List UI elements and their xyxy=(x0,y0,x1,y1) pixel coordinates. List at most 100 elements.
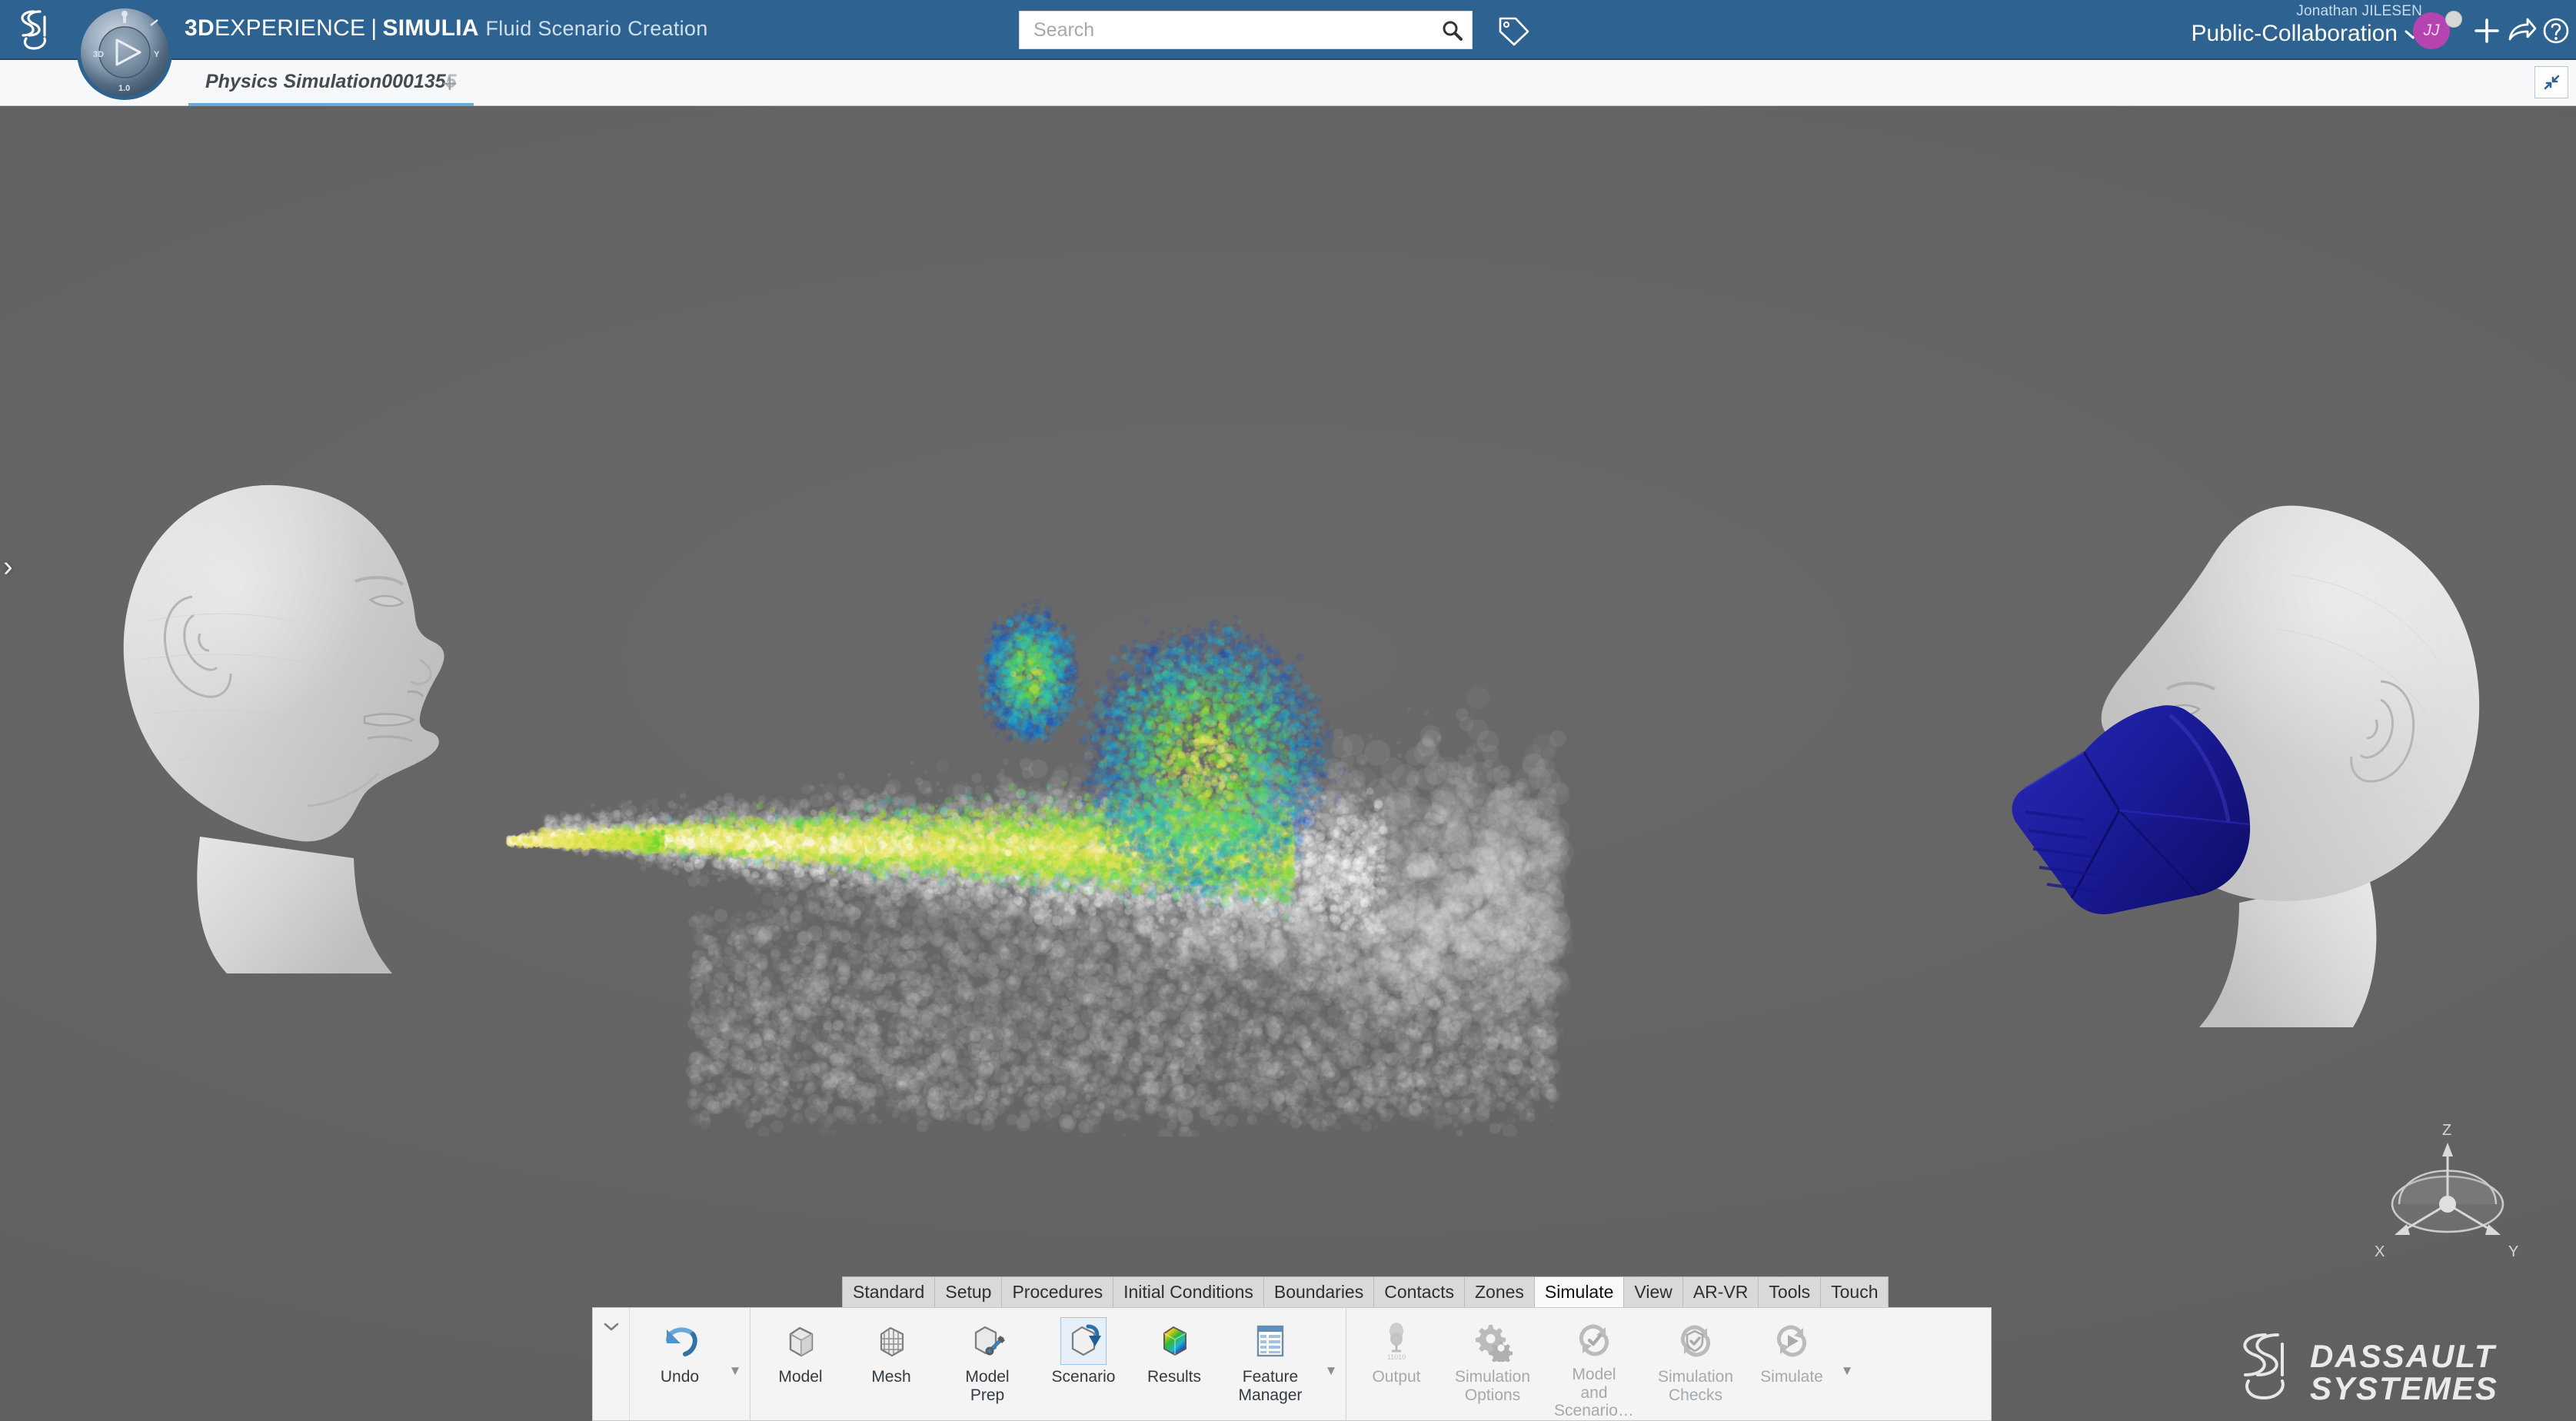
ribbon-tab-initial-conditions[interactable]: Initial Conditions xyxy=(1113,1277,1264,1307)
avatar-status-badge xyxy=(2445,11,2462,28)
svg-text:Y: Y xyxy=(154,50,160,59)
refresh-verify-icon xyxy=(1675,1317,1716,1365)
command-label: FeatureManager xyxy=(1239,1368,1303,1404)
command-undo[interactable]: Undo xyxy=(634,1308,725,1420)
document-tab-label: Physics Simulation000135 xyxy=(205,71,446,93)
3d-viewport[interactable]: › xyxy=(0,106,2576,1421)
command-model[interactable]: Model xyxy=(755,1308,846,1420)
add-tab-button[interactable]: + xyxy=(442,69,458,99)
command-simulate: Simulate xyxy=(1746,1308,1837,1420)
command-label: Modeland Scenario… xyxy=(1546,1366,1642,1420)
ribbon-body: Undo▼ModelMeshModelPrepScenarioResultsFe… xyxy=(592,1307,1992,1421)
command-label: SimulationChecks xyxy=(1658,1368,1733,1404)
undo-group: Undo▼ xyxy=(630,1308,751,1420)
document-tab[interactable]: Physics Simulation0001355 xyxy=(188,60,474,106)
gears-icon xyxy=(1472,1317,1513,1365)
command-label: SimulationOptions xyxy=(1455,1368,1530,1404)
help-button[interactable] xyxy=(2538,12,2574,49)
ribbon-tab-standard[interactable]: Standard xyxy=(843,1277,935,1307)
target-head[interactable] xyxy=(1969,475,2507,1029)
brand-3d: 3D xyxy=(185,15,215,41)
mesh-block-icon xyxy=(870,1317,912,1365)
action-bar: StandardSetup Procedures Initial Condition… xyxy=(592,1276,1992,1421)
ribbon-tab-label: Initial Conditions xyxy=(1123,1282,1253,1303)
dassault-systemes-watermark: DASSAULT SYSTEMES xyxy=(2221,1323,2544,1407)
tag-icon[interactable] xyxy=(1496,14,1531,48)
brand-experience: EXPERIENCE xyxy=(215,15,365,41)
collaboration-space-label: Public-Collaboration xyxy=(2192,21,2398,47)
command-model-prep[interactable]: ModelPrep xyxy=(937,1308,1038,1420)
avatar-container[interactable]: JJ xyxy=(2413,11,2462,51)
ds-logo[interactable] xyxy=(11,5,71,55)
brand-divider: | xyxy=(371,15,377,41)
rainbow-block-icon xyxy=(1153,1317,1195,1365)
axis-triad[interactable]: Z X Y xyxy=(2367,1113,2528,1267)
3dexperience-compass[interactable]: 3D Y 1.0 xyxy=(74,2,175,103)
block-arrow-icon xyxy=(1060,1317,1107,1365)
caret-down-icon: ▼ xyxy=(1841,1363,1854,1379)
command-label: Output xyxy=(1372,1368,1420,1386)
ribbon-tab-zones[interactable]: Zones xyxy=(1465,1277,1535,1307)
ribbon-tab-label: Procedures xyxy=(1012,1282,1103,1303)
chevron-down-icon xyxy=(602,1320,621,1333)
command-scenario[interactable]: Scenario xyxy=(1038,1308,1129,1420)
model-group: Model Mesh ModelPrep Scenario Results Feature… xyxy=(751,1308,1346,1420)
command-mesh[interactable]: Mesh xyxy=(846,1308,937,1420)
command-simulation-checks: SimulationChecks xyxy=(1645,1308,1746,1420)
ribbon-tab-touch[interactable]: Touch xyxy=(1821,1277,1888,1307)
ribbon-tab-boundaries[interactable]: Boundaries xyxy=(1264,1277,1374,1307)
ribbon-collapse-button[interactable] xyxy=(593,1308,630,1420)
group-dropdown-caret[interactable]: ▼ xyxy=(1837,1308,1857,1420)
command-model-and-scenario: Modeland Scenario… xyxy=(1543,1308,1645,1420)
block-tools-icon xyxy=(967,1317,1008,1365)
watermark-line-2: SYSTEMES xyxy=(2310,1370,2498,1406)
collaboration-space-selector[interactable]: Public-Collaboration xyxy=(2192,21,2422,47)
ribbon-tab-setup[interactable]: Setup xyxy=(935,1277,1002,1307)
left-panel-expander[interactable]: › xyxy=(3,552,13,581)
ribbon-groups: Undo▼ModelMeshModelPrepScenarioResultsFe… xyxy=(630,1308,1862,1420)
search-icon[interactable] xyxy=(1432,18,1472,42)
output-probe-icon: 11010 xyxy=(1376,1317,1417,1365)
command-label: Results xyxy=(1147,1368,1201,1386)
ribbon-tab-procedures[interactable]: Procedures xyxy=(1002,1277,1113,1307)
command-results[interactable]: Results xyxy=(1129,1308,1220,1420)
app-name: Fluid Scenario Creation xyxy=(486,17,708,40)
ribbon-tab-tools[interactable]: Tools xyxy=(1759,1277,1821,1307)
search-input[interactable] xyxy=(1020,12,1432,48)
collapse-diagonal-icon[interactable] xyxy=(2534,66,2568,98)
face-mask xyxy=(2012,705,2251,914)
axis-label-z: Z xyxy=(2442,1122,2451,1139)
command-label: Model xyxy=(778,1368,822,1386)
command-output: 11010 Output xyxy=(1351,1308,1442,1420)
ribbon-tab-label: Simulate xyxy=(1545,1282,1613,1303)
group-dropdown-caret[interactable]: ▼ xyxy=(725,1308,745,1420)
command-simulation-options: SimulationOptions xyxy=(1442,1308,1543,1420)
user-name: Jonathan JILESEN xyxy=(2192,3,2422,20)
undo-arrow-icon xyxy=(659,1317,701,1365)
group-dropdown-caret[interactable]: ▼ xyxy=(1321,1308,1341,1420)
share-button[interactable] xyxy=(2504,12,2541,49)
command-label: Simulate xyxy=(1760,1368,1823,1386)
ribbon-tab-label: Contacts xyxy=(1384,1282,1454,1303)
application-title: 3DEXPERIENCE|SIMULIA Fluid Scenario Crea… xyxy=(185,15,708,42)
ribbon-tab-contacts[interactable]: Contacts xyxy=(1374,1277,1465,1307)
account-area: Jonathan JILESEN Public-Collaboration xyxy=(2192,3,2422,47)
ribbon-tab-ar-vr[interactable]: AR-VR xyxy=(1683,1277,1759,1307)
command-label: ModelPrep xyxy=(965,1368,1009,1404)
source-head[interactable] xyxy=(85,406,577,975)
avatar[interactable]: JJ xyxy=(2413,12,2450,49)
refresh-play-icon xyxy=(1771,1317,1812,1365)
ribbon-tab-label: Tools xyxy=(1769,1282,1810,1303)
command-feature-manager[interactable]: FeatureManager xyxy=(1220,1308,1321,1420)
ribbon-tab-view[interactable]: View xyxy=(1624,1277,1682,1307)
solid-block-icon xyxy=(780,1317,821,1365)
table-list-icon xyxy=(1250,1317,1291,1365)
svg-text:1.0: 1.0 xyxy=(118,84,130,93)
search-box[interactable] xyxy=(1019,11,1473,49)
refresh-check-icon xyxy=(1573,1317,1615,1363)
ribbon-tab-label: Touch xyxy=(1831,1282,1878,1303)
brand-simulia: SIMULIA xyxy=(382,15,478,41)
add-button[interactable] xyxy=(2468,12,2505,49)
ribbon-tab-simulate[interactable]: Simulate xyxy=(1535,1277,1624,1307)
svg-text:11010: 11010 xyxy=(1387,1353,1406,1361)
